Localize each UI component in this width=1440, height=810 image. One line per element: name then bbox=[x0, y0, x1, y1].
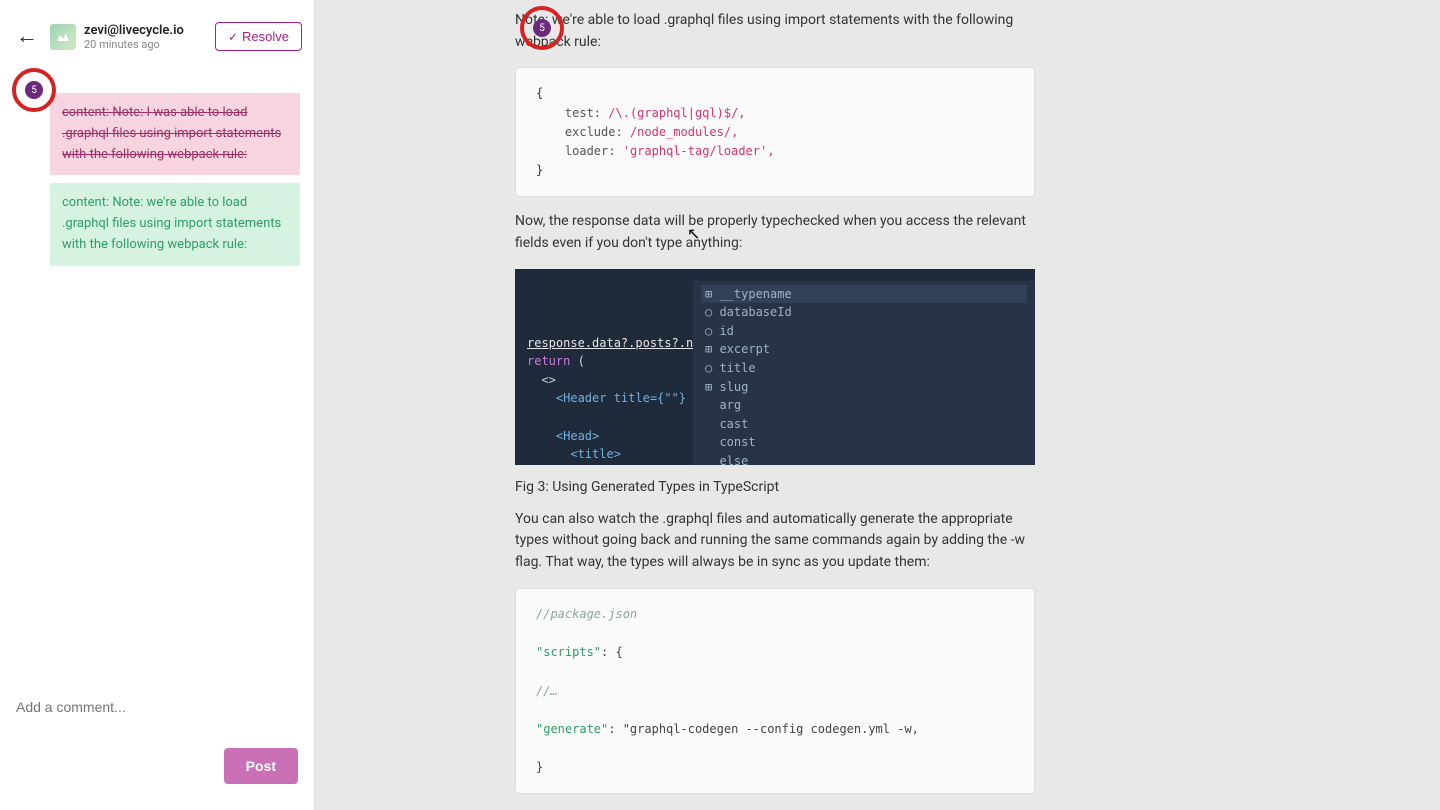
sidebar-header: ← zevi@livecycle.io 20 minutes ago ✓ Res… bbox=[0, 0, 314, 61]
user-avatar bbox=[50, 24, 76, 50]
comment-sidebar: ← zevi@livecycle.io 20 minutes ago ✓ Res… bbox=[0, 0, 315, 810]
autocomplete-popup: ⊞ __typename○ databaseId○ id⊞ excerpt○ t… bbox=[693, 281, 1035, 465]
comment-timestamp: 20 minutes ago bbox=[84, 38, 207, 51]
comment-input[interactable] bbox=[16, 699, 298, 715]
autocomplete-item[interactable]: ⊞ excerpt bbox=[701, 340, 1027, 359]
autocomplete-item[interactable]: ○ title bbox=[701, 359, 1027, 378]
post-button[interactable]: Post bbox=[224, 748, 298, 784]
comment-input-area bbox=[0, 685, 314, 728]
autocomplete-item[interactable]: const bbox=[701, 433, 1027, 452]
diff-area: content: Note: I was able to load .graph… bbox=[0, 61, 314, 276]
typecheck-paragraph: Now, the response data will be properly … bbox=[515, 211, 1035, 254]
typescript-screenshot: response.data?.posts?.nodes[0]. return (… bbox=[515, 269, 1035, 465]
autocomplete-item[interactable]: ○ databaseId bbox=[701, 303, 1027, 322]
user-email: zevi@livecycle.io bbox=[84, 23, 207, 38]
resolve-label: Resolve bbox=[242, 29, 289, 44]
intro-paragraph: Note: we're able to load .graphql files … bbox=[515, 10, 1035, 53]
package-json-code-block: //package.json "scripts": { //… "generat… bbox=[515, 588, 1035, 795]
watch-paragraph: You can also watch the .graphql files an… bbox=[515, 509, 1035, 574]
autocomplete-item[interactable]: cast bbox=[701, 415, 1027, 434]
check-icon: ✓ bbox=[228, 30, 238, 44]
figure-caption: Fig 3: Using Generated Types in TypeScri… bbox=[515, 479, 1035, 495]
webpack-code-block: { test: /\.(graphql|gql)$/, exclude: /no… bbox=[515, 67, 1035, 197]
autocomplete-item[interactable]: ⊞ __typename bbox=[701, 285, 1027, 304]
article-main[interactable]: Note: we're able to load .graphql files … bbox=[315, 0, 1440, 810]
autocomplete-item[interactable]: arg bbox=[701, 396, 1027, 415]
diff-added-block: content: Note: we're able to load .graph… bbox=[50, 183, 300, 265]
autocomplete-item[interactable]: else bbox=[701, 452, 1027, 465]
user-meta: zevi@livecycle.io 20 minutes ago bbox=[84, 23, 207, 51]
resolve-button[interactable]: ✓ Resolve bbox=[215, 22, 302, 51]
autocomplete-item[interactable]: ⊞ slug bbox=[701, 378, 1027, 397]
back-button[interactable]: ← bbox=[12, 24, 42, 50]
autocomplete-item[interactable]: ○ id bbox=[701, 322, 1027, 341]
diff-removed-block: content: Note: I was able to load .graph… bbox=[50, 93, 300, 175]
